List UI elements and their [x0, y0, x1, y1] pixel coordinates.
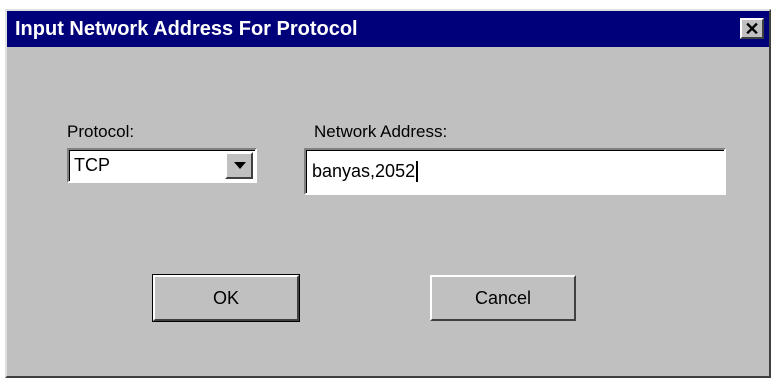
ok-button[interactable]: OK — [152, 274, 300, 322]
protocol-dropdown-button[interactable] — [225, 152, 253, 179]
network-address-label: Network Address: — [314, 122, 448, 141]
protocol-selected-value: TCP — [74, 155, 110, 175]
network-address-input[interactable]: banyas,2052 — [304, 148, 726, 195]
protocol-label: Protocol: — [67, 122, 135, 141]
cancel-button[interactable]: Cancel — [430, 275, 576, 321]
dialog-title: Input Network Address For Protocol — [15, 18, 358, 40]
close-button[interactable]: ✕ — [740, 18, 764, 39]
close-icon: ✕ — [744, 18, 760, 39]
chevron-down-icon — [234, 162, 246, 169]
network-address-value: banyas,2052 — [312, 161, 419, 182]
network-address-dialog: Input Network Address For Protocol ✕ Pro… — [5, 9, 771, 378]
protocol-select[interactable]: TCP — [67, 148, 257, 183]
title-bar[interactable]: Input Network Address For Protocol ✕ — [7, 11, 769, 47]
